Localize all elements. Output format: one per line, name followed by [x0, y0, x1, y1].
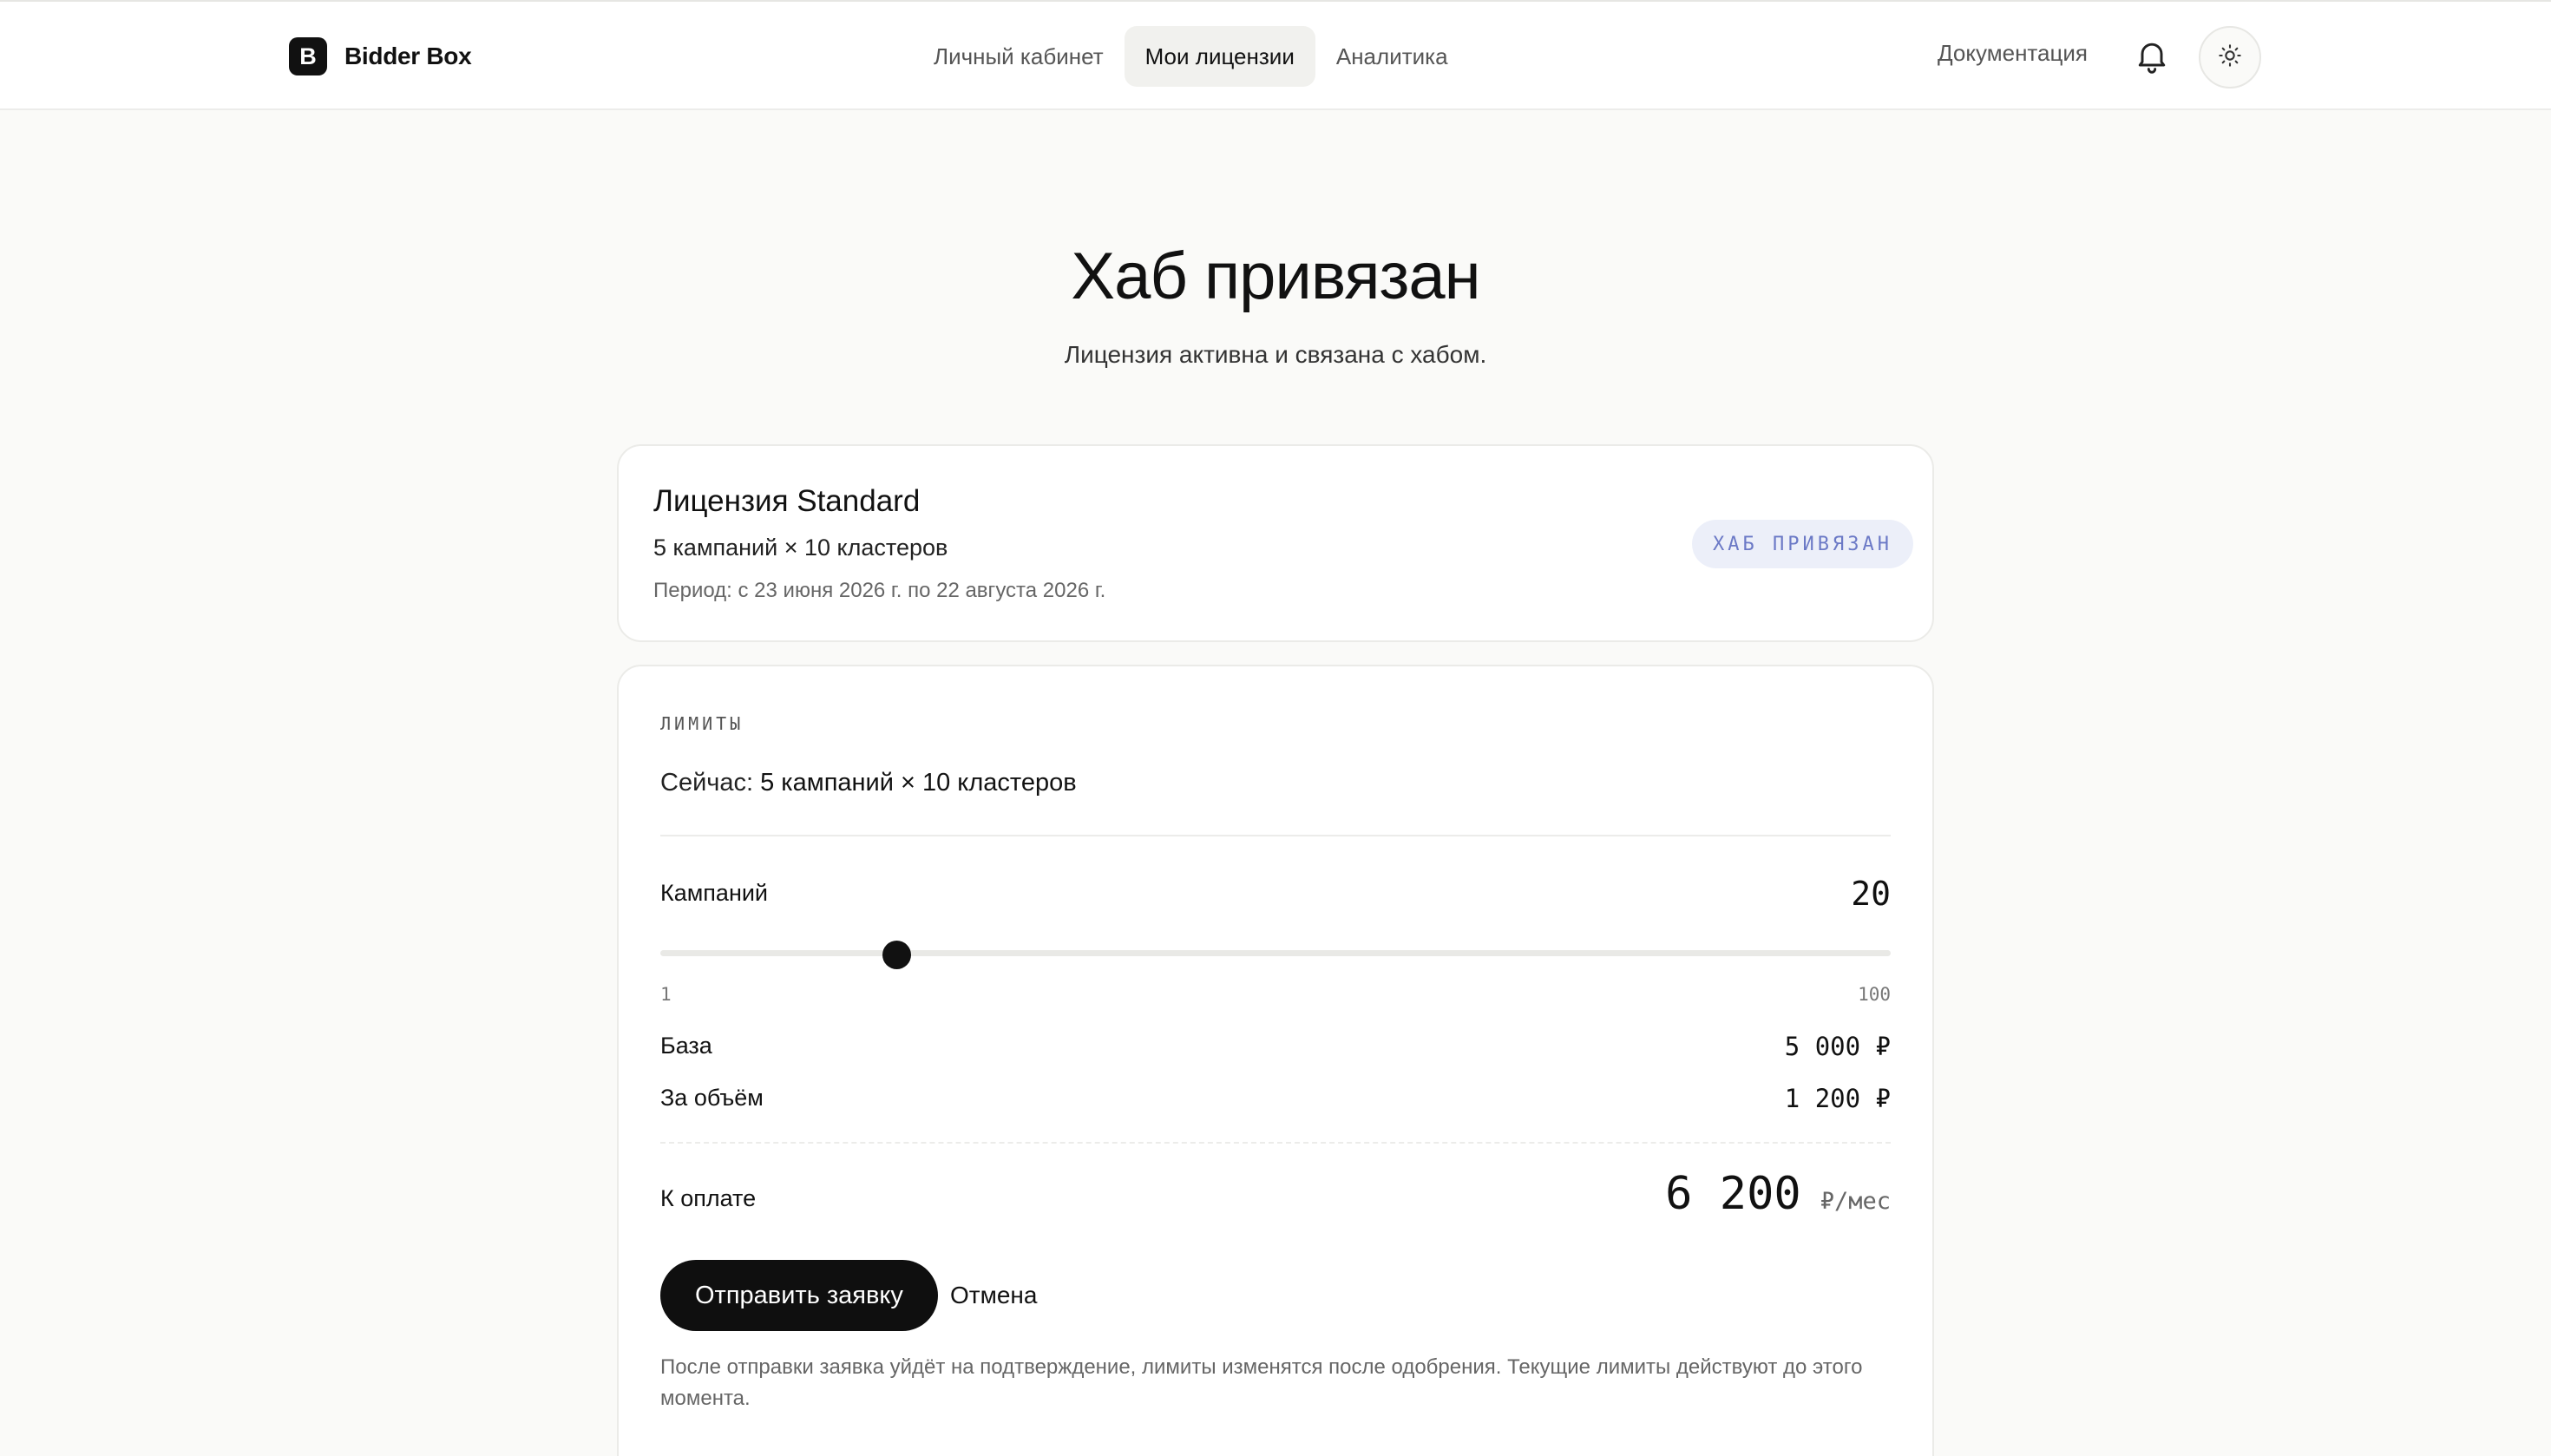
current-limits-value: 5 кампаний × 10 кластеров: [760, 769, 1077, 797]
campaigns-label: Кампаний: [660, 880, 769, 906]
total-label: К оплате: [660, 1185, 757, 1211]
total-price: 6 200 ₽/мес: [1665, 1168, 1891, 1220]
license-period: Период: с 23 июня 2026 г. по 22 августа …: [653, 579, 1106, 602]
submit-request-button[interactable]: Отправить заявку: [660, 1260, 938, 1331]
campaigns-value: 20: [1851, 875, 1891, 913]
total-amount: 6 200: [1665, 1168, 1801, 1220]
slider-max-label: 100: [1858, 984, 1891, 1005]
main-nav: Личный кабинет Мои лицензии Аналитика: [913, 26, 1469, 87]
top-bar: B Bidder Box Личный кабинет Мои лицензии…: [0, 0, 2551, 110]
sun-icon: [2218, 43, 2242, 72]
cancel-button[interactable]: Отмена: [950, 1282, 1037, 1309]
campaigns-slider[interactable]: [660, 941, 1891, 969]
license-limits: 5 кампаний × 10 кластеров: [653, 535, 948, 561]
license-title: Лицензия Standard: [653, 484, 921, 518]
slider-thumb[interactable]: [882, 941, 912, 969]
limits-section-label: ЛИМИТЫ: [660, 713, 744, 734]
total-unit: ₽/мес: [1820, 1188, 1891, 1215]
theme-toggle-button[interactable]: [2199, 26, 2261, 89]
divider: [660, 835, 1891, 836]
bell-icon[interactable]: [2133, 36, 2171, 75]
submit-note: После отправки заявка уйдёт на подтвержд…: [660, 1355, 1863, 1410]
nav-item-account[interactable]: Личный кабинет: [913, 26, 1125, 87]
brand-logo: B: [289, 37, 327, 75]
current-limits-prefix: Сейчас:: [660, 769, 761, 797]
nav-item-analytics[interactable]: Аналитика: [1315, 26, 1469, 87]
status-badge: ХАБ ПРИВЯЗАН: [1692, 520, 1913, 568]
slider-track[interactable]: [660, 950, 1891, 956]
volume-value: 1 200 ₽: [1784, 1084, 1891, 1113]
page-title: Хаб привязан: [1071, 239, 1480, 313]
dashed-divider: [660, 1142, 1891, 1144]
brand[interactable]: B Bidder Box: [289, 36, 472, 76]
nav-item-licenses[interactable]: Мои лицензии: [1124, 26, 1315, 87]
slider-min-label: 1: [660, 984, 672, 1005]
current-limits: Сейчас: 5 кампаний × 10 кластеров: [660, 769, 1077, 797]
docs-link[interactable]: Документация: [1938, 40, 2088, 67]
page-subtitle: Лицензия активна и связана с хабом.: [1064, 341, 1487, 368]
volume-label: За объём: [660, 1085, 764, 1111]
license-card: Лицензия Standard 5 кампаний × 10 класте…: [617, 444, 1934, 642]
brand-name: Bidder Box: [344, 43, 472, 69]
limits-card: ЛИМИТЫ Сейчас: 5 кампаний × 10 кластеров…: [617, 665, 1934, 1456]
base-value: 5 000 ₽: [1784, 1032, 1891, 1061]
base-label: База: [660, 1033, 712, 1059]
